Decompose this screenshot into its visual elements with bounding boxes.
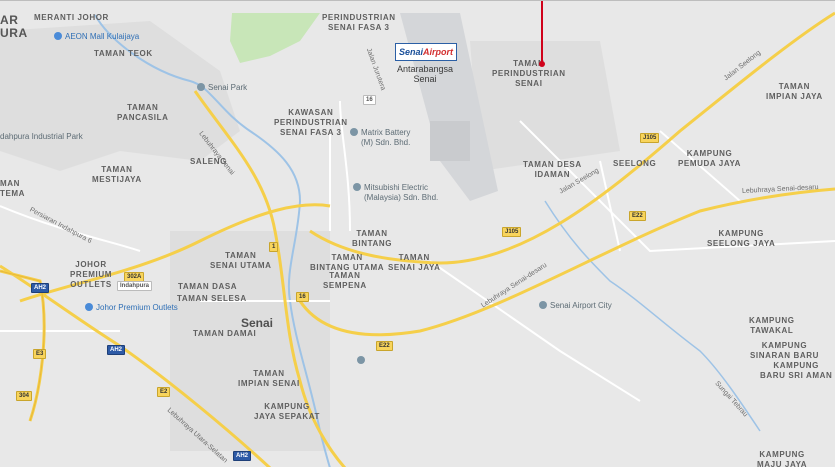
shield-j105: J105 (640, 133, 660, 143)
shield-e3: E3 (33, 349, 47, 359)
area-majujaya: KAMPUNG MAJU JAYA (757, 450, 808, 467)
area-bintangutama: TAMAN BINTANG UTAMA (310, 253, 385, 272)
shield-e22: E22 (376, 341, 393, 351)
place-pin-icon (350, 127, 358, 136)
area-mestijaya: TAMAN MESTIJAYA (92, 165, 142, 184)
poi-jpo[interactable]: Johor Premium Outlets (85, 302, 178, 313)
area-seelongjaya: KAMPUNG SEELONG JAYA (707, 229, 776, 248)
place-pin-icon (357, 355, 365, 364)
shield-16: 16 (363, 95, 376, 105)
airport-name[interactable]: Antarabangsa Senai (397, 64, 453, 84)
poi-industrialpark[interactable]: dahpura Industrial Park (0, 132, 83, 142)
area-kip3: KAWASAN PERINDUSTRIAN SENAI FASA 3 (274, 108, 348, 137)
marker-dot (539, 61, 545, 67)
shield-e22: E22 (629, 211, 646, 221)
area-sinaran: KAMPUNG SINARAN BARU (750, 341, 819, 360)
area-tps: TAMAN PERINDUSTRIAN SENAI (492, 59, 566, 88)
poi-senaipark[interactable]: Senai Park (197, 82, 247, 93)
area-man-tema: MAN TEMA (0, 179, 26, 198)
area-desaidaman: TAMAN DESA IDAMAN (523, 160, 582, 179)
marker-stem (541, 1, 543, 63)
area-johorpremium: JOHOR PREMIUM OUTLETS (70, 260, 112, 289)
shield-ah2: AH2 (233, 451, 252, 461)
shield-ah2: AH2 (31, 283, 50, 293)
shield-indahpura: Indahpura (117, 281, 153, 291)
area-dasa: TAMAN DASA (178, 282, 238, 291)
shopping-pin-icon (85, 302, 93, 311)
area-damai: TAMAN DAMAI (193, 329, 257, 338)
city-senai[interactable]: Senai (241, 316, 273, 330)
area-senaijaya: TAMAN SENAI JAYA (388, 253, 441, 272)
shield-304: 304 (16, 391, 33, 401)
shopping-pin-icon (54, 31, 62, 40)
poi-mitsubishi[interactable]: Mitsubishi Electric (Malaysia) Sdn. Bhd. (353, 182, 438, 203)
place-pin-icon (539, 300, 547, 309)
poi-aeon[interactable]: AEON Mall Kulaijaya (54, 31, 139, 42)
area-ar: AR (0, 13, 19, 27)
area-pancasila: TAMAN PANCASILA (117, 103, 169, 122)
area-meranti: MERANTI JOHOR (34, 13, 109, 22)
place-pin-icon (197, 82, 205, 91)
shield-ah2: AH2 (107, 345, 126, 355)
area-ura: URA (0, 26, 28, 40)
area-pemuda: KAMPUNG PEMUDA JAYA (678, 149, 742, 168)
poi-unnamed[interactable] (357, 355, 368, 366)
place-pin-icon (353, 182, 361, 191)
area-senaiutama: TAMAN SENAI UTAMA (210, 251, 272, 270)
area-sempena: TAMAN SEMPENA (323, 271, 367, 290)
shield-e2: E2 (157, 387, 171, 397)
area-bintang: TAMAN BINTANG (352, 229, 393, 248)
area-impiansenai: TAMAN IMPIAN SENAI (238, 369, 300, 388)
area-impianjaya: TAMAN IMPIAN JAYA (766, 82, 823, 101)
park-area (230, 13, 320, 63)
shield-1: 1 (269, 242, 279, 252)
poi-airportcity[interactable]: Senai Airport City (539, 300, 612, 311)
area-tawakal: KAMPUNG TAWAKAL (749, 316, 795, 335)
area-sriaman: KAMPUNG BARU SRI AMAN (760, 361, 833, 380)
airport-logo[interactable]: SenaiAirport (395, 43, 457, 61)
map-canvas[interactable]: MERANTI JOHOR AR URA TAMAN TEOK PERINDUS… (0, 0, 835, 467)
area-seelong: SEELONG (613, 159, 657, 168)
area-teok: TAMAN TEOK (94, 49, 153, 58)
shield-j105: J105 (502, 227, 522, 237)
location-marker-icon[interactable] (539, 1, 545, 67)
area-kip3-top: PERINDUSTRIAN SENAI FASA 3 (322, 13, 396, 32)
area-selesa: TAMAN SELESA (177, 294, 247, 303)
area-jayasepakat: KAMPUNG JAYA SEPAKAT (254, 402, 321, 421)
poi-matrix[interactable]: Matrix Battery (M) Sdn. Bhd. (350, 127, 410, 148)
shield-16: 16 (296, 292, 309, 302)
